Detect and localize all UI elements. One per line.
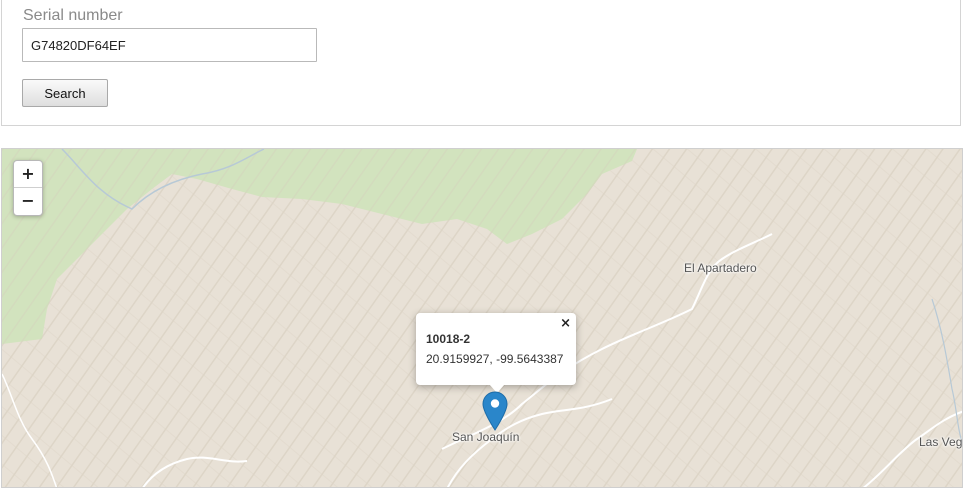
- popup-close-button[interactable]: ×: [560, 316, 571, 331]
- serial-number-input[interactable]: [22, 28, 317, 62]
- map[interactable]: + − El Apartadero San Joaquín Las Vega ×…: [1, 148, 963, 488]
- zoom-out-button[interactable]: −: [14, 188, 42, 214]
- search-panel: Serial number Search: [1, 0, 961, 126]
- search-button[interactable]: Search: [22, 79, 108, 107]
- popup-title: 10018-2: [426, 332, 471, 346]
- place-label-san-joaquin: San Joaquín: [452, 430, 520, 444]
- place-label-el-apartadero: El Apartadero: [684, 261, 757, 275]
- place-label-las-vegas: Las Vega: [919, 435, 963, 449]
- zoom-in-button[interactable]: +: [14, 161, 42, 188]
- marker-popup: × 10018-2 20.9159927, -99.5643387: [416, 313, 576, 393]
- map-pin-icon[interactable]: [482, 391, 508, 431]
- popup-coordinates: 20.9159927, -99.5643387: [426, 352, 564, 366]
- serial-number-label: Serial number: [23, 7, 123, 24]
- zoom-control: + −: [13, 160, 43, 216]
